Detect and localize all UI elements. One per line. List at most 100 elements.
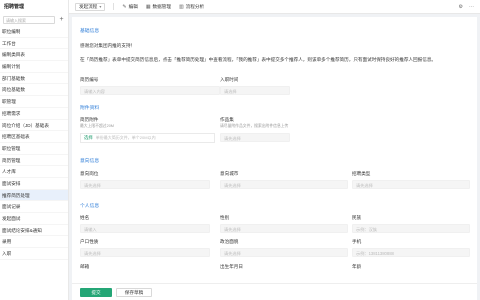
flow-analysis-label: 流程分析 xyxy=(185,3,205,9)
save-draft-button[interactable]: 保存草稿 xyxy=(116,288,152,297)
table-icon: ▦ xyxy=(145,3,151,10)
email-field: 邮箱 xyxy=(80,264,210,270)
name-input[interactable]: 请输入 xyxy=(80,224,210,233)
sidebar-item[interactable]: 部门基础数 xyxy=(0,73,68,85)
works-input[interactable]: 请先选择 xyxy=(220,133,290,142)
phone-field: 手机 示例：13811380888 xyxy=(352,239,470,257)
flow-select[interactable]: 发起流程 ▾ xyxy=(75,2,106,11)
phone-input[interactable]: 示例：13811380888 xyxy=(352,248,470,257)
app-brand: 招聘管理 xyxy=(4,4,25,10)
sidebar-item[interactable]: 入职 xyxy=(0,248,68,260)
ethnicity-label: 民族 xyxy=(352,215,362,220)
resume-no-input[interactable]: 请输入内容 xyxy=(80,86,220,95)
sidebar-item[interactable]: 职位编制 xyxy=(0,26,68,38)
flow-analysis-button[interactable]: ▥ 流程分析 xyxy=(179,4,204,10)
works-hint: 请尽量附作品文件，搜索出附件信息上传 xyxy=(220,124,289,128)
resume-upload-box[interactable]: 选择 单份最大简历文件，单个20M以内 xyxy=(80,133,215,143)
name-field: 姓名 请输入 xyxy=(80,215,210,233)
entry-time-label: 入职时间 xyxy=(220,77,239,82)
section-attachments-title: 附件资料 xyxy=(80,106,100,111)
sidebar-item[interactable]: 面试安排 xyxy=(0,178,68,190)
works-label: 作品集 xyxy=(220,117,234,122)
topbar: 发起流程 ▾ ✎ 编辑 ▦ 数据管理 ▥ 流程分析 ⚙ ⋯ xyxy=(69,0,480,14)
intent-position-input[interactable]: 请先选择 xyxy=(80,180,210,189)
divider xyxy=(113,3,115,10)
submit-button[interactable]: 提交 xyxy=(80,288,112,297)
sidebar-item[interactable]: 录用 xyxy=(0,236,68,249)
entry-time-input[interactable]: 请选择 xyxy=(220,86,290,95)
resume-no-label: 简历编号 xyxy=(80,77,99,82)
data-manage-button[interactable]: ▦ 数据管理 xyxy=(146,4,171,10)
sidebar-item[interactable]: 工作台 xyxy=(0,38,68,50)
gender-field: 性别 请先选择 xyxy=(220,215,348,233)
hukou-input[interactable]: 请先选择 xyxy=(80,248,210,257)
form-main: 基础信息 感谢您对集团内推的支持！ 在「简历推荐」表单中提交简历信息后，点击「推… xyxy=(72,17,477,300)
section-basic-title: 基础信息 xyxy=(80,29,100,34)
sidebar-item[interactable]: 人才库 xyxy=(0,166,68,178)
sidebar: 招聘管理 请输入搜索 + 职位编制 工作台 编制类目表 编制计划 部门基础数 岗位基础数职… xyxy=(0,0,69,300)
email-label: 邮箱 xyxy=(80,264,90,269)
birth-label: 出生年月日 xyxy=(220,264,243,269)
topbar-actions: ⚙ ⋯ xyxy=(459,4,474,10)
sidebar-item[interactable]: 发起面试 xyxy=(0,213,68,225)
entry-time-field: 入职时间 请选择 xyxy=(220,77,290,95)
sidebar-item[interactable]: 面试记录 xyxy=(0,201,68,213)
section-intent-title: 意向信息 xyxy=(80,159,100,164)
recruit-type-input[interactable]: 请先选择 xyxy=(352,180,470,189)
sidebar-item[interactable]: 编制类目表 xyxy=(0,49,68,62)
sidebar-item[interactable]: 职位管理 xyxy=(0,143,68,155)
ethnicity-input[interactable]: 示例：汉族 xyxy=(352,224,470,233)
sidebar-item[interactable]: 编制计划 xyxy=(0,61,68,73)
sidebar-item[interactable]: 招聘需求 xyxy=(0,108,68,120)
intent-position-field: 意向岗位 请先选择 xyxy=(80,171,210,189)
flow-select-value: 发起流程 xyxy=(79,3,98,9)
edit-icon: ✎ xyxy=(122,3,127,10)
gear-icon[interactable]: ⚙ xyxy=(459,4,463,10)
hukou-label: 户口性质 xyxy=(80,239,99,244)
recruit-type-field: 招聘类型 请先选择 xyxy=(352,171,470,189)
sidebar-item[interactable]: 简历管理 xyxy=(0,155,68,167)
resume-attachment-label: 简历附件 xyxy=(80,117,99,122)
resume-attachment-hint: 最大上限不超过20M xyxy=(80,124,114,128)
more-icon[interactable]: ⋯ xyxy=(469,4,474,10)
sidebar-item[interactable]: 招聘区基础表 xyxy=(0,131,68,143)
form-footer: 提交 保存草稿 xyxy=(72,283,477,300)
birth-field: 出生年月日 xyxy=(220,264,348,270)
resume-select-button[interactable]: 选择 xyxy=(84,135,93,141)
politics-input[interactable]: 请先选择 xyxy=(220,248,348,257)
notice-body: 在「简历推荐」表单中提交简历信息后，点击「推荐简历处理」中查看流程，「我的推荐」… xyxy=(80,57,437,62)
works-field: 作品集 请尽量附作品文件，搜索出附件信息上传 请先选择 xyxy=(220,117,350,142)
sidebar-item[interactable]: 面试结论安排&通知 xyxy=(0,225,68,237)
recruit-type-label: 招聘类型 xyxy=(352,171,371,176)
ethnicity-field: 民族 示例：汉族 xyxy=(352,215,470,233)
intent-city-label: 意向城市 xyxy=(220,171,239,176)
edit-button[interactable]: ✎ 编辑 xyxy=(122,4,137,10)
phone-label: 手机 xyxy=(352,239,362,244)
age-field: 年龄 xyxy=(352,264,470,270)
gender-input[interactable]: 请先选择 xyxy=(220,224,348,233)
sidebar-item[interactable]: 职管理 xyxy=(0,96,68,108)
age-label: 年龄 xyxy=(352,264,362,269)
edit-label: 编辑 xyxy=(128,3,138,9)
sidebar-search-input[interactable]: 请输入搜索 xyxy=(3,16,55,24)
gender-label: 性别 xyxy=(220,215,230,220)
section-personal-title: 个人信息 xyxy=(80,204,100,209)
sidebar-search-row: 请输入搜索 + xyxy=(0,14,68,26)
resume-upload-hint: 单份最大简历文件，单个20M以内 xyxy=(95,135,156,140)
name-label: 姓名 xyxy=(80,215,90,220)
politics-label: 政治面貌 xyxy=(220,239,239,244)
data-manage-label: 数据管理 xyxy=(152,3,171,9)
sidebar-item[interactable]: 岗位介绍（JD）基础表 xyxy=(0,120,68,132)
intent-position-label: 意向岗位 xyxy=(80,171,99,176)
hukou-field: 户口性质 请先选择 xyxy=(80,239,210,257)
add-icon[interactable]: + xyxy=(58,16,65,24)
intent-city-input[interactable]: 请先选择 xyxy=(220,180,348,189)
chevron-down-icon: ▾ xyxy=(99,4,102,9)
notice-greeting: 感谢您对集团内推的支持！ xyxy=(80,43,136,48)
sidebar-item[interactable]: 推荐简历处理 xyxy=(0,189,68,202)
resume-no-field: 简历编号 请输入内容 xyxy=(80,77,220,95)
resume-attachment-field: 简历附件 最大上限不超过20M 选择 单份最大简历文件，单个20M以内 xyxy=(80,117,215,143)
intent-city-field: 意向城市 请先选择 xyxy=(220,171,348,189)
sidebar-nav: 职位编制 工作台 编制类目表 编制计划 部门基础数 岗位基础数 职管理 招聘需求 岗位介绍（JD… xyxy=(0,26,68,260)
sidebar-item[interactable]: 岗位基础数 xyxy=(0,84,68,97)
